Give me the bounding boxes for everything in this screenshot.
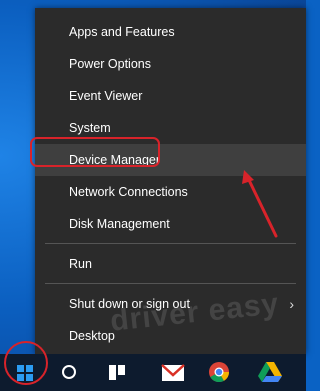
menu-item-label: Power Options	[69, 57, 151, 71]
menu-item-label: Event Viewer	[69, 89, 143, 103]
menu-item-label: Disk Management	[69, 217, 170, 231]
menu-item-power-options[interactable]: Power Options	[35, 48, 306, 80]
menu-item-apps-and-features[interactable]: Apps and Features	[35, 16, 306, 48]
chrome-icon[interactable]	[206, 354, 232, 391]
cortana-search-icon[interactable]	[58, 354, 80, 391]
menu-separator	[45, 243, 296, 244]
task-view-icon[interactable]	[106, 354, 128, 391]
chevron-right-icon: ›	[289, 296, 294, 312]
menu-item-label: Desktop	[69, 329, 115, 343]
gmail-icon[interactable]	[160, 354, 186, 391]
menu-item-label: Run	[69, 257, 92, 271]
menu-item-event-viewer[interactable]: Event Viewer	[35, 80, 306, 112]
menu-item-label: Network Connections	[69, 185, 188, 199]
arrow-annotation	[242, 170, 278, 238]
device-manager-callout	[30, 137, 160, 167]
menu-item-run[interactable]: Run	[35, 248, 306, 280]
google-drive-icon[interactable]	[256, 354, 284, 391]
start-button-callout	[4, 341, 48, 385]
menu-item-label: Apps and Features	[69, 25, 175, 39]
menu-separator	[45, 283, 296, 284]
